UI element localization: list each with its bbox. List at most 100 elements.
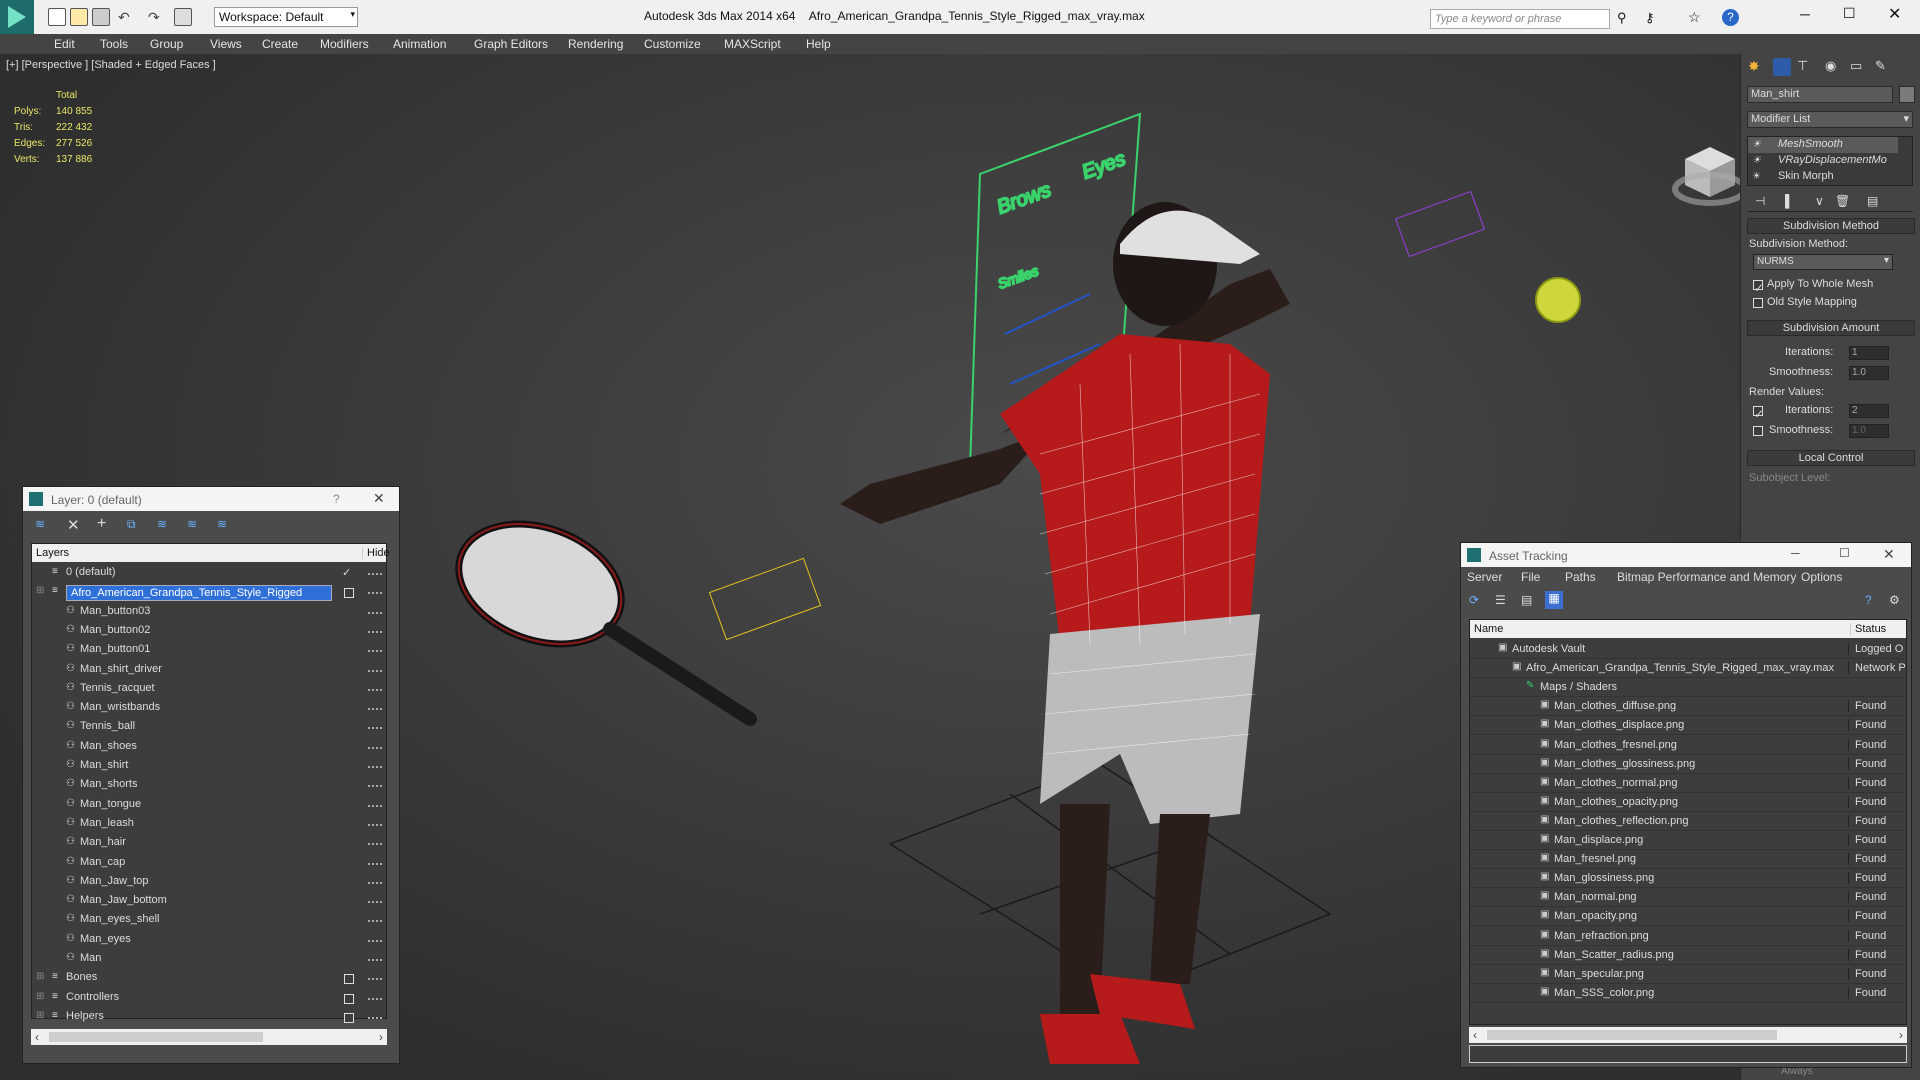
asset-menu-bitmap[interactable]: Bitmap Performance and Memory xyxy=(1617,570,1796,584)
select-in-layer-icon[interactable]: ⧉ xyxy=(127,517,136,532)
hide-toggle[interactable] xyxy=(368,766,382,768)
asset-row[interactable]: ▣ Man_specular.png Found xyxy=(1470,965,1906,984)
render-smoothness-checkbox[interactable] xyxy=(1753,426,1763,436)
scroll-thumb[interactable] xyxy=(1487,1030,1777,1040)
hide-toggle[interactable] xyxy=(368,785,382,788)
expand-icon[interactable]: ⊞ xyxy=(36,1010,44,1021)
subdivision-method-rollout[interactable]: Subdivision Method xyxy=(1747,218,1915,234)
layer-row[interactable]: ⚇ Man_cap xyxy=(32,854,386,873)
layer-row[interactable]: ⚇ Man_button03 xyxy=(32,603,386,622)
layer-row[interactable]: ⚇ Tennis_racquet xyxy=(32,680,386,699)
hide-toggle[interactable] xyxy=(368,862,382,865)
asset-row[interactable]: ▣ Man_clothes_reflection.png Found xyxy=(1470,812,1906,831)
menu-item-views[interactable]: Views xyxy=(210,37,242,51)
layer-row[interactable]: ⚇ Man_tongue xyxy=(32,796,386,815)
menu-item-maxscript[interactable]: MAXScript xyxy=(724,37,781,51)
current-layer-checkbox[interactable] xyxy=(344,974,354,985)
hide-toggle[interactable] xyxy=(368,939,382,942)
minimize-icon[interactable]: ─ xyxy=(1800,6,1810,22)
asset-row[interactable]: ▣ Man_clothes_displace.png Found xyxy=(1470,716,1906,736)
maximize-icon[interactable]: ☐ xyxy=(1843,5,1856,22)
asset-row[interactable]: ▣ Man_clothes_diffuse.png Found xyxy=(1470,697,1906,717)
layer-row[interactable]: ⚇ Man_eyes_shell xyxy=(32,911,386,930)
hierarchy-tab-icon[interactable]: ⊤ xyxy=(1797,58,1815,76)
menu-item-group[interactable]: Group xyxy=(150,37,183,51)
smoothness-spinner[interactable]: 1.0 xyxy=(1849,366,1889,380)
layer-row[interactable]: ⚇ Tennis_ball xyxy=(32,718,386,737)
hide-toggle[interactable] xyxy=(368,669,382,672)
grid-view-icon[interactable]: ▦ xyxy=(1545,591,1563,609)
motion-tab-icon[interactable]: ◉ xyxy=(1825,58,1843,76)
help-icon[interactable]: ? xyxy=(333,492,340,506)
close-icon[interactable]: ✕ xyxy=(1883,546,1895,563)
asset-row[interactable]: ▣ Man_clothes_glossiness.png Found xyxy=(1470,755,1906,774)
expand-icon[interactable]: ⊞ xyxy=(36,585,44,596)
chevron-left-icon[interactable]: ‹ xyxy=(1473,1028,1477,1042)
menu-item-create[interactable]: Create xyxy=(262,37,298,51)
asset-row[interactable]: ▣ Man_clothes_fresnel.png Found xyxy=(1470,736,1906,755)
menu-item-modifiers[interactable]: Modifiers xyxy=(320,37,369,51)
pin-stack-icon[interactable]: ⊣ xyxy=(1755,194,1765,208)
layer-row[interactable]: ⚇ Man_shoes xyxy=(32,738,386,757)
modifier-stack-item[interactable]: ☀ MeshSmooth xyxy=(1748,137,1898,153)
redo-icon[interactable]: ↷ xyxy=(148,8,166,26)
make-unique-icon[interactable]: ∨ xyxy=(1815,194,1824,208)
iterations-spinner[interactable]: 1 xyxy=(1849,346,1889,360)
hide-toggle[interactable] xyxy=(368,997,382,1000)
asset-menu-paths[interactable]: Paths xyxy=(1565,570,1596,584)
utilities-tab-icon[interactable]: ✎ xyxy=(1875,58,1893,76)
hide-toggle[interactable] xyxy=(368,573,382,575)
asset-row[interactable]: ▣ Man_clothes_normal.png Found xyxy=(1470,774,1906,793)
open-file-icon[interactable] xyxy=(70,8,88,26)
binoculars-icon[interactable]: ⚲ xyxy=(1617,10,1627,26)
layer-row[interactable]: ⚇ Man_leash xyxy=(32,815,386,834)
expand-icon[interactable]: ⊞ xyxy=(36,991,44,1002)
maximize-icon[interactable]: ☐ xyxy=(1839,546,1850,560)
app-logo[interactable] xyxy=(0,0,34,34)
scroll-thumb[interactable] xyxy=(49,1032,263,1042)
asset-row[interactable]: ▣ Autodesk Vault Logged O xyxy=(1470,640,1906,659)
modifier-stack-item[interactable]: ☀Points xyxy=(1748,185,1898,186)
hide-toggle[interactable] xyxy=(368,630,382,633)
hide-toggle[interactable] xyxy=(368,881,382,884)
settings-icon[interactable]: ⚙ xyxy=(1889,593,1900,607)
asset-row[interactable]: ▣ Afro_American_Grandpa_Tennis_Style_Rigg… xyxy=(1470,659,1906,679)
hide-toggle[interactable] xyxy=(368,978,382,981)
menu-item-customize[interactable]: Customize xyxy=(644,37,701,51)
close-icon[interactable]: ✕ xyxy=(373,490,385,507)
layer-hscrollbar[interactable]: ‹ › xyxy=(31,1029,387,1045)
hide-toggle[interactable] xyxy=(368,708,382,711)
minimize-icon[interactable]: ─ xyxy=(1791,546,1800,560)
layer-row[interactable]: ≡ 0 (default) ✓ xyxy=(32,564,386,583)
asset-menu-server[interactable]: Server xyxy=(1467,570,1502,584)
layer-row[interactable]: ⚇ Man_button01 xyxy=(32,641,386,660)
layer-row[interactable]: ⊞ ≡ Controllers xyxy=(32,989,386,1008)
asset-row[interactable]: ▣ Man_glossiness.png Found xyxy=(1470,869,1906,889)
configure-sets-icon[interactable]: ▤ xyxy=(1867,194,1878,208)
chevron-right-icon[interactable]: › xyxy=(379,1030,383,1044)
menu-item-rendering[interactable]: Rendering xyxy=(568,37,623,51)
hide-toggle[interactable] xyxy=(368,592,382,595)
asset-row[interactable]: ▣ Man_normal.png Found xyxy=(1470,888,1906,908)
layer-row[interactable]: ⚇ Man_shirt_driver xyxy=(32,661,386,680)
close-icon[interactable]: ✕ xyxy=(1888,4,1901,24)
search-input[interactable]: Type a keyword or phrase xyxy=(1430,9,1610,29)
show-end-result-icon[interactable]: ▌ xyxy=(1785,194,1794,208)
layer-row[interactable]: ⊞ ≡ Helpers xyxy=(32,1008,386,1027)
asset-menu-file[interactable]: File xyxy=(1521,570,1540,584)
active-layer-check-icon[interactable]: ✓ xyxy=(342,566,351,579)
hide-toggle[interactable] xyxy=(368,1016,382,1019)
light-bulb-icon[interactable]: ☀ xyxy=(1752,153,1761,168)
current-layer-checkbox[interactable] xyxy=(344,588,354,599)
hide-toggle[interactable] xyxy=(368,823,382,826)
asset-row[interactable]: ▣ Man_SSS_color.png Found xyxy=(1470,984,1906,1003)
menu-item-edit[interactable]: Edit xyxy=(54,37,75,51)
hide-toggle[interactable] xyxy=(368,650,382,653)
modifier-stack-item[interactable]: ☀ Skin Morph xyxy=(1748,169,1898,185)
chevron-left-icon[interactable]: ‹ xyxy=(35,1030,39,1044)
asset-path-field[interactable] xyxy=(1469,1045,1907,1063)
apply-whole-mesh-checkbox[interactable]: ✓ xyxy=(1753,280,1764,295)
menu-item-graph-editors[interactable]: Graph Editors xyxy=(474,37,548,51)
key-icon[interactable]: ⚷ xyxy=(1645,10,1655,26)
current-layer-checkbox[interactable] xyxy=(344,1012,354,1023)
